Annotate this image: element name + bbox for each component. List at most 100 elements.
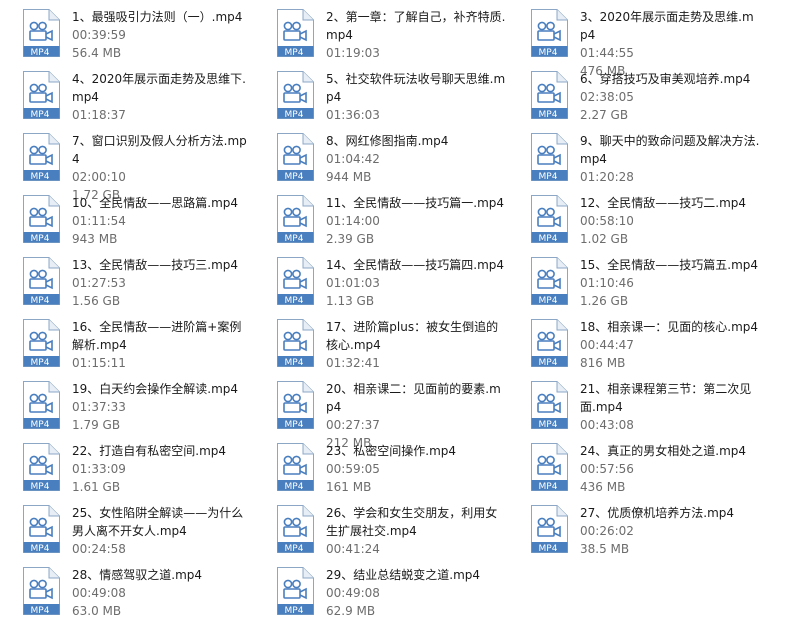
file-type-badge: MP4 xyxy=(538,172,558,182)
file-tile[interactable]: MP4 15、全民情敌——技巧篇五.mp4 01:10:46 1.26 GB xyxy=(508,256,758,314)
file-type-badge: MP4 xyxy=(30,358,50,368)
file-tile[interactable]: MP4 28、情感驾驭之道.mp4 00:49:08 63.0 MB xyxy=(0,566,250,624)
file-info: 18、相亲课一：见面的核心.mp4 00:44:47 816 MB xyxy=(580,318,760,372)
file-type-badge: MP4 xyxy=(30,482,50,492)
file-type-badge: MP4 xyxy=(284,358,304,368)
file-type-badge: MP4 xyxy=(284,420,304,430)
file-name: 26、学会和女生交朋友，利用女生扩展社交.mp4 xyxy=(326,506,498,538)
file-name: 25、女性陷阱全解读——为什么男人离不开女人.mp4 xyxy=(72,506,244,538)
file-duration: 01:37:33 xyxy=(72,400,126,414)
file-size: 2.39 GB xyxy=(326,232,375,246)
file-size: 161 MB xyxy=(326,480,372,494)
file-info: 2、第一章：了解自己，补齐特质.mp4 01:19:03 xyxy=(326,8,506,62)
file-tile[interactable]: MP4 24、真正的男女相处之道.mp4 00:57:56 436 MB xyxy=(508,442,758,500)
file-info: 13、全民情敌——技巧三.mp4 01:27:53 1.56 GB xyxy=(72,256,252,310)
file-tile[interactable]: MP4 1、最强吸引力法则（一）.mp4 00:39:59 56.4 MB xyxy=(0,8,250,66)
file-duration: 01:44:55 xyxy=(580,46,634,60)
file-duration: 00:58:10 xyxy=(580,214,634,228)
video-file-icon: MP4 xyxy=(530,8,570,58)
file-tile[interactable]: MP4 5、社交软件玩法收号聊天思维.mp4 01:36:03 xyxy=(254,70,505,128)
video-file-icon: MP4 xyxy=(22,132,62,182)
file-size: 38.5 MB xyxy=(580,542,630,556)
file-type-badge: MP4 xyxy=(538,110,558,120)
file-tile[interactable]: MP4 3、2020年展示面走势及思维.mp4 01:44:55 476 MB xyxy=(508,8,758,78)
file-name: 17、进阶篇plus：被女生倒追的核心.mp4 xyxy=(326,320,499,352)
video-file-icon: MP4 xyxy=(276,194,316,244)
file-tile[interactable]: MP4 6、穿搭技巧及审美观培养.mp4 02:38:05 2.27 GB xyxy=(508,70,758,128)
file-duration: 01:01:03 xyxy=(326,276,380,290)
file-size: 944 MB xyxy=(326,170,372,184)
file-info: 15、全民情敌——技巧篇五.mp4 01:10:46 1.26 GB xyxy=(580,256,760,310)
video-file-icon: MP4 xyxy=(22,380,62,430)
file-size: 1.79 GB xyxy=(72,418,121,432)
file-duration: 01:10:46 xyxy=(580,276,634,290)
file-duration: 00:57:56 xyxy=(580,462,634,476)
file-duration: 00:49:08 xyxy=(72,586,126,600)
file-tile[interactable]: MP4 22、打造自有私密空间.mp4 01:33:09 1.61 GB xyxy=(0,442,250,500)
file-duration: 00:59:05 xyxy=(326,462,380,476)
file-type-badge: MP4 xyxy=(538,358,558,368)
file-name: 23、私密空间操作.mp4 xyxy=(326,444,457,458)
file-name: 21、相亲课程第三节：第二次见面.mp4 xyxy=(580,382,752,414)
file-type-badge: MP4 xyxy=(30,296,50,306)
file-duration: 01:11:54 xyxy=(72,214,126,228)
file-duration: 00:24:58 xyxy=(72,542,126,556)
file-info: 9、聊天中的致命问题及解决方法.mp4 01:20:28 xyxy=(580,132,760,186)
file-tile[interactable]: MP4 18、相亲课一：见面的核心.mp4 00:44:47 816 MB xyxy=(508,318,758,376)
video-file-icon: MP4 xyxy=(22,256,62,306)
video-file-icon: MP4 xyxy=(276,442,316,492)
file-size: 2.27 GB xyxy=(580,108,629,122)
video-file-icon: MP4 xyxy=(276,256,316,306)
file-duration: 01:18:37 xyxy=(72,108,126,122)
file-tile[interactable]: MP4 13、全民情敌——技巧三.mp4 01:27:53 1.56 GB xyxy=(0,256,250,314)
video-file-icon: MP4 xyxy=(530,256,570,306)
video-file-icon: MP4 xyxy=(22,8,62,58)
file-tile[interactable]: MP4 10、全民情敌——思路篇.mp4 01:11:54 943 MB xyxy=(0,194,250,252)
file-size: 62.9 MB xyxy=(326,604,376,618)
file-tile[interactable]: MP4 19、白天约会操作全解读.mp4 01:37:33 1.79 GB xyxy=(0,380,250,438)
file-name: 14、全民情敌——技巧篇四.mp4 xyxy=(326,258,505,272)
file-info: 28、情感驾驭之道.mp4 00:49:08 63.0 MB xyxy=(72,566,252,620)
video-file-icon: MP4 xyxy=(276,504,316,554)
video-file-icon: MP4 xyxy=(530,380,570,430)
file-tile[interactable]: MP4 14、全民情敌——技巧篇四.mp4 01:01:03 1.13 GB xyxy=(254,256,504,314)
file-type-badge: MP4 xyxy=(538,48,558,58)
file-size: 1.13 GB xyxy=(326,294,375,308)
file-tile[interactable]: MP4 4、2020年展示面走势及思维下.mp4 01:18:37 xyxy=(0,70,250,128)
file-info: 21、相亲课程第三节：第二次见面.mp4 00:43:08 xyxy=(580,380,760,434)
file-type-badge: MP4 xyxy=(284,296,304,306)
file-duration: 00:41:24 xyxy=(326,542,380,556)
file-type-badge: MP4 xyxy=(30,48,50,58)
file-tile[interactable]: MP4 20、相亲课二：见面前的要素.mp4 00:27:37 212 MB xyxy=(254,380,504,450)
file-tile[interactable]: MP4 8、网红修图指南.mp4 01:04:42 944 MB xyxy=(254,132,504,190)
file-tile[interactable]: MP4 29、结业总结蜕变之道.mp4 00:49:08 62.9 MB xyxy=(254,566,504,624)
file-duration: 00:26:02 xyxy=(580,524,634,538)
file-tile[interactable]: MP4 26、学会和女生交朋友，利用女生扩展社交.mp4 00:41:24 xyxy=(254,504,504,562)
file-info: 6、穿搭技巧及审美观培养.mp4 02:38:05 2.27 GB xyxy=(580,70,760,124)
file-tile[interactable]: MP4 11、全民情敌——技巧篇一.mp4 01:14:00 2.39 GB xyxy=(254,194,504,252)
video-file-icon: MP4 xyxy=(22,566,62,616)
file-type-badge: MP4 xyxy=(284,482,304,492)
file-tile[interactable]: MP4 16、全民情敌——进阶篇+案例解析.mp4 01:15:11 xyxy=(0,318,250,376)
file-info: 17、进阶篇plus：被女生倒追的核心.mp4 01:32:41 xyxy=(326,318,506,372)
file-size: 1.61 GB xyxy=(72,480,121,494)
file-tile[interactable]: MP4 27、优质僚机培养方法.mp4 00:26:02 38.5 MB xyxy=(508,504,758,562)
file-duration: 01:33:09 xyxy=(72,462,126,476)
file-tile[interactable]: MP4 23、私密空间操作.mp4 00:59:05 161 MB xyxy=(254,442,504,500)
file-info: 29、结业总结蜕变之道.mp4 00:49:08 62.9 MB xyxy=(326,566,506,620)
file-tile[interactable]: MP4 12、全民情敌——技巧二.mp4 00:58:10 1.02 GB xyxy=(508,194,758,252)
file-tile[interactable]: MP4 2、第一章：了解自己，补齐特质.mp4 01:19:03 xyxy=(254,8,506,66)
file-grid: MP4 1、最强吸引力法则（一）.mp4 00:39:59 56.4 MB MP4 2、第… xyxy=(0,0,787,634)
video-file-icon: MP4 xyxy=(276,8,316,58)
file-name: 28、情感驾驭之道.mp4 xyxy=(72,568,203,582)
file-tile[interactable]: MP4 9、聊天中的致命问题及解决方法.mp4 01:20:28 xyxy=(508,132,760,190)
file-tile[interactable]: MP4 17、进阶篇plus：被女生倒追的核心.mp4 01:32:41 xyxy=(254,318,504,376)
file-tile[interactable]: MP4 21、相亲课程第三节：第二次见面.mp4 00:43:08 xyxy=(508,380,758,438)
file-tile[interactable]: MP4 7、窗口识别及假人分析方法.mp4 02:00:10 1.72 GB xyxy=(0,132,250,202)
file-size: 436 MB xyxy=(580,480,626,494)
file-name: 8、网红修图指南.mp4 xyxy=(326,134,449,148)
file-duration: 00:44:47 xyxy=(580,338,634,352)
file-size: 56.4 MB xyxy=(72,46,122,60)
file-type-badge: MP4 xyxy=(284,48,304,58)
file-tile[interactable]: MP4 25、女性陷阱全解读——为什么男人离不开女人.mp4 00:24:58 xyxy=(0,504,250,562)
